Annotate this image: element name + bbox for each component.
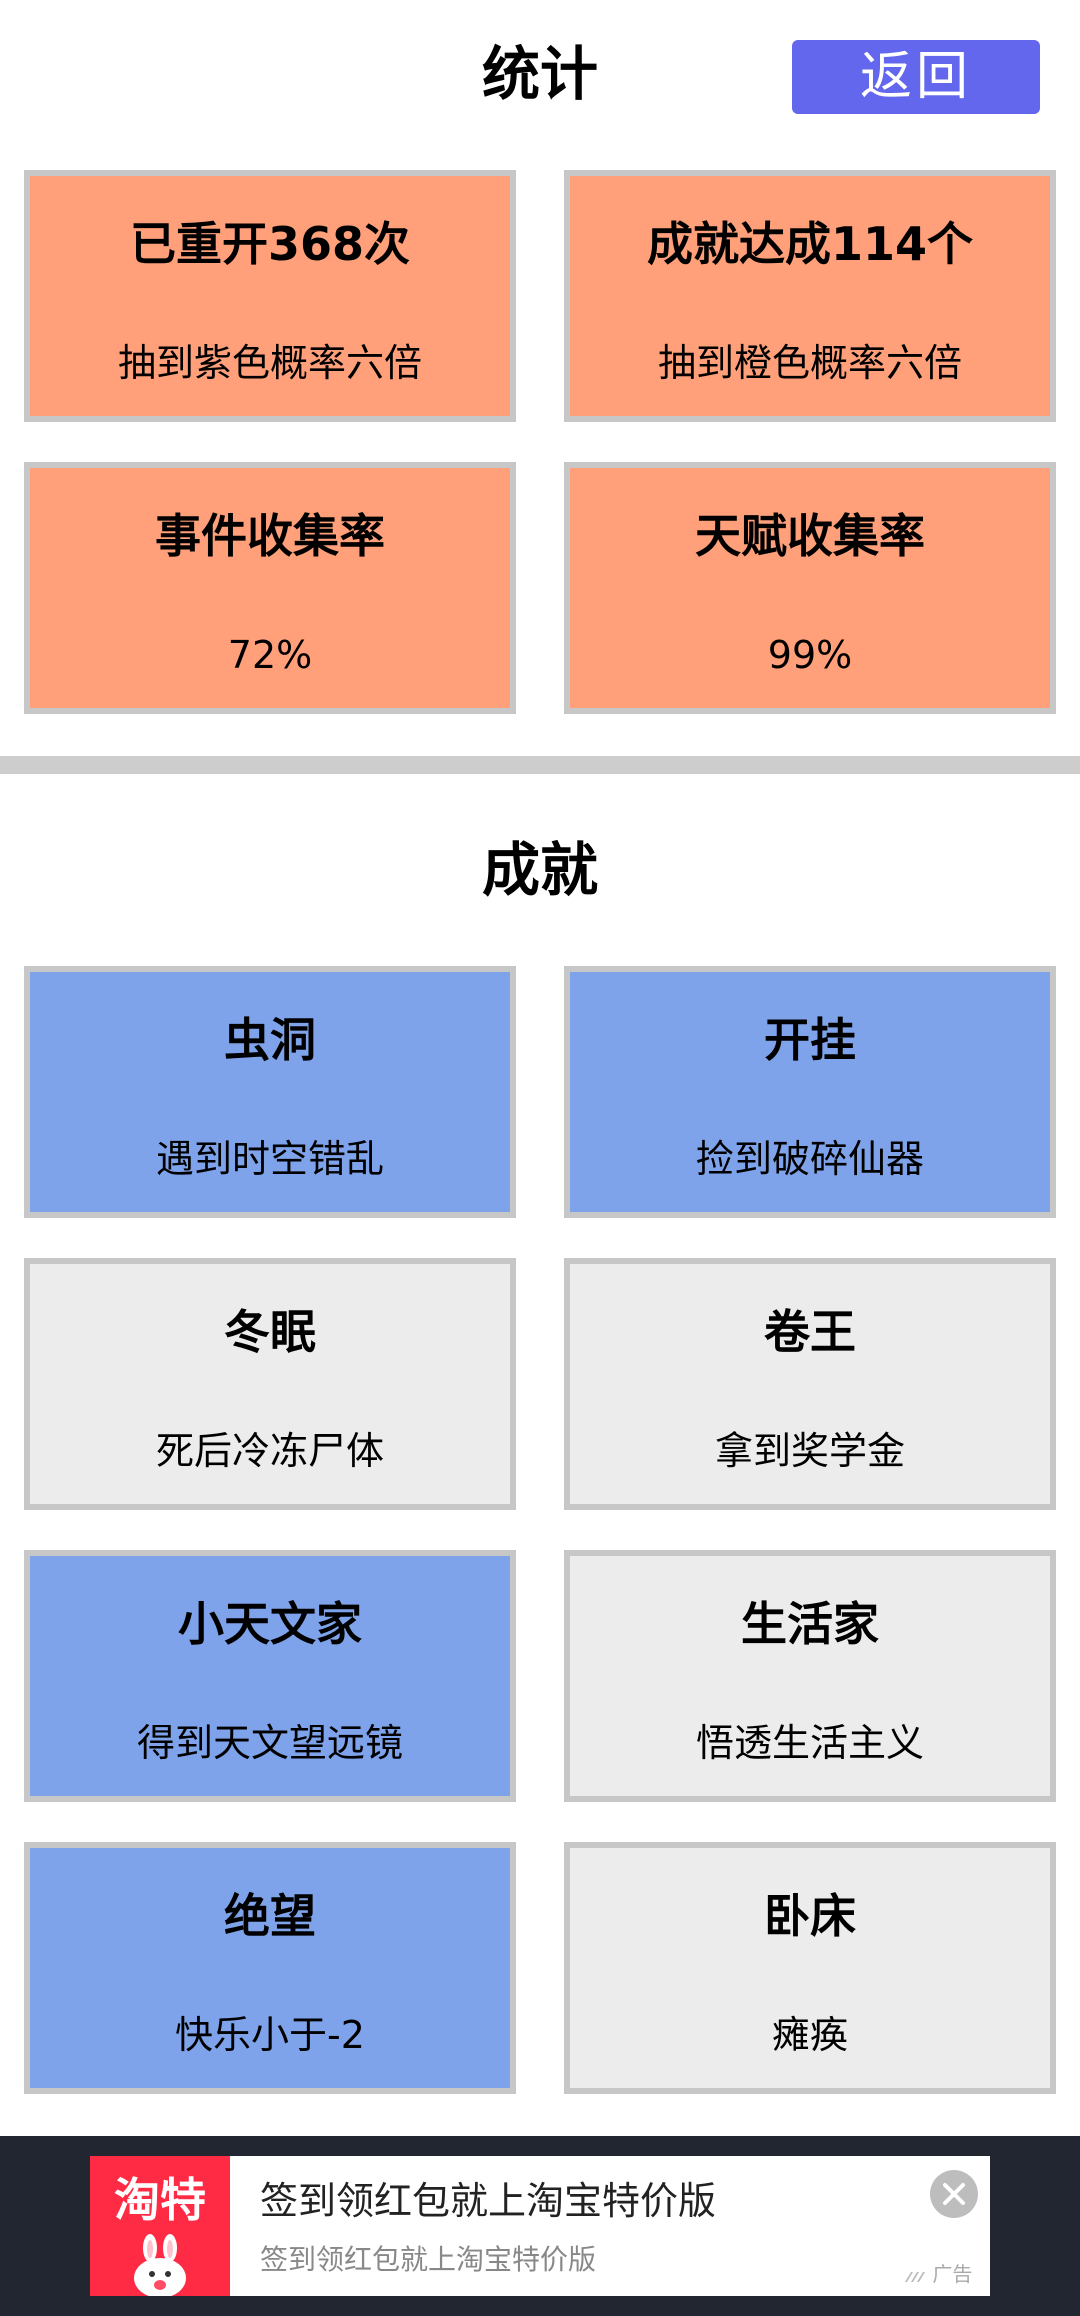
achievement-title: 虫洞 <box>224 1013 316 1067</box>
achievement-card: 冬眠 死后冷冻尸体 <box>24 1258 516 1510</box>
achievement-description: 瘫痪 <box>771 2013 848 2057</box>
achievement-description: 快乐小于-2 <box>175 2013 365 2057</box>
stat-card-subtitle: 抽到紫色概率六倍 <box>117 341 422 385</box>
achievement-title: 绝望 <box>224 1889 316 1943</box>
achievement-title: 冬眠 <box>224 1305 316 1359</box>
back-button[interactable]: 返回 <box>792 40 1040 114</box>
achievement-title: 开挂 <box>764 1013 856 1067</box>
achievement-description: 遇到时空错乱 <box>155 1137 384 1181</box>
achievement-card: 生活家 悟透生活主义 <box>564 1550 1056 1802</box>
section-divider <box>0 756 1080 774</box>
achievement-title: 小天文家 <box>178 1597 362 1651</box>
stat-card-talent-rate: 天赋收集率 99% <box>564 462 1056 714</box>
achievement-description: 得到天文望远镜 <box>136 1721 403 1765</box>
stat-card-value: 99% <box>767 633 853 677</box>
ad-logo[interactable]: 淘特 <box>90 2156 230 2296</box>
stat-card-achievements: 成就达成114个 抽到橙色概率六倍 <box>564 170 1056 422</box>
achievement-description: 悟透生活主义 <box>695 1721 924 1765</box>
achievement-title: 卷王 <box>764 1305 856 1359</box>
header: 统计 返回 <box>0 0 1080 150</box>
stat-card-subtitle: 抽到橙色概率六倍 <box>657 341 962 385</box>
bunny-mascot-icon <box>134 2234 186 2296</box>
ad-card[interactable]: 淘特 签到领红包就上淘宝特价版 签到领红包就上淘宝特价版 广告 <box>90 2156 990 2296</box>
achievement-card: 卧床 瘫痪 <box>564 1842 1056 2094</box>
stat-card-title: 已重开368次 <box>129 217 411 271</box>
ad-tag: 广告 <box>904 2260 972 2288</box>
ad-tag-label: 广告 <box>932 2262 973 2286</box>
ad-subtitle: 签到领红包就上淘宝特价版 <box>260 2243 597 2276</box>
achievement-card: 虫洞 遇到时空错乱 <box>24 966 516 1218</box>
ad-banner: 淘特 签到领红包就上淘宝特价版 签到领红包就上淘宝特价版 广告 <box>0 2136 1080 2316</box>
stat-card-event-rate: 事件收集率 72% <box>24 462 516 714</box>
stat-card-title: 事件收集率 <box>155 509 385 563</box>
ad-title[interactable]: 签到领红包就上淘宝特价版 <box>260 2176 716 2226</box>
achievement-title: 生活家 <box>741 1597 879 1651</box>
close-icon[interactable] <box>930 2170 978 2218</box>
achievement-description: 死后冷冻尸体 <box>155 1429 384 1473</box>
stat-card-value: 72% <box>227 633 313 677</box>
ad-network-icon <box>905 2271 925 2282</box>
stat-card-restarts: 已重开368次 抽到紫色概率六倍 <box>24 170 516 422</box>
stat-card-title: 天赋收集率 <box>695 509 925 563</box>
achievement-card: 绝望 快乐小于-2 <box>24 1842 516 2094</box>
achievement-card: 卷王 拿到奖学金 <box>564 1258 1056 1510</box>
ad-logo-text: 淘特 <box>114 2173 206 2227</box>
achievements-title: 成就 <box>481 836 598 904</box>
achievement-description: 捡到破碎仙器 <box>695 1137 924 1181</box>
achievement-card: 开挂 捡到破碎仙器 <box>564 966 1056 1218</box>
achievement-card: 小天文家 得到天文望远镜 <box>24 1550 516 1802</box>
achievement-title: 卧床 <box>764 1889 856 1943</box>
stat-card-title: 成就达成114个 <box>646 217 974 271</box>
achievement-description: 拿到奖学金 <box>714 1429 905 1473</box>
